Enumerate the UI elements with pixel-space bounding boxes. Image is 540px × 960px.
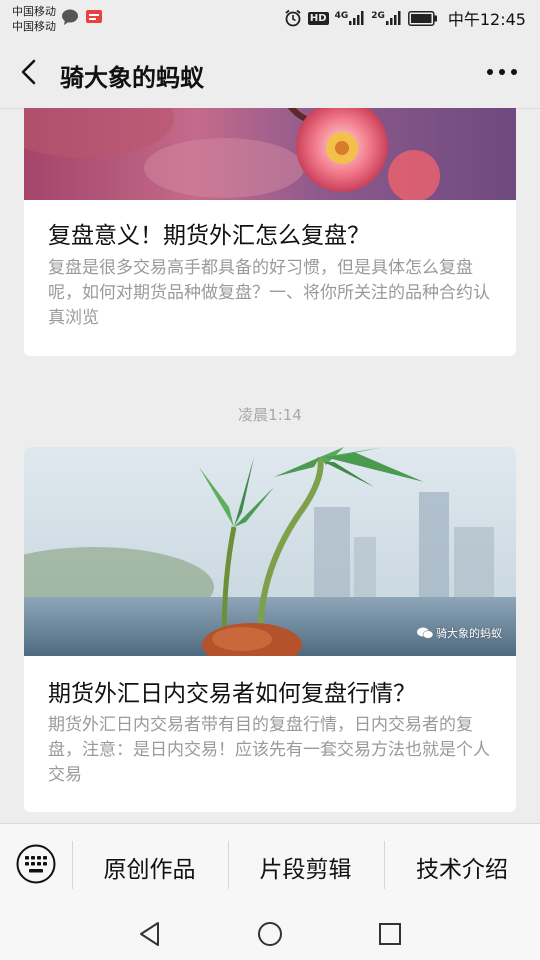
clock: 中午12:45 bbox=[447, 10, 526, 29]
screen: 中国移动 中国移动 HD 4G 2G 中午12:45 骑大象的蚂蚁 复盘意义！期… bbox=[0, 0, 540, 960]
signal-icon bbox=[349, 11, 364, 25]
article-title[interactable]: 期货外汇日内交易者如何复盘行情？ bbox=[48, 674, 416, 708]
message-feed[interactable]: 复盘意义！期货外汇怎么复盘？ 复盘是很多交易高手都具备的好习惯，但是具体怎么复盘… bbox=[0, 108, 540, 823]
hd-badge: HD bbox=[307, 11, 329, 25]
status-icons: HD 4G 2G 中午12:45 bbox=[284, 8, 526, 29]
network-type-label: 4G bbox=[334, 11, 349, 21]
notification-icons bbox=[62, 9, 102, 25]
status-bar: 中国移动 中国移动 HD 4G 2G 中午12:45 bbox=[0, 0, 540, 38]
title-bar: 骑大象的蚂蚁 bbox=[0, 38, 540, 109]
nav-home-icon[interactable] bbox=[256, 920, 284, 948]
article-summary: 复盘是很多交易高手都具备的好习惯，但是具体怎么复盘呢，如何对期货品种做复盘？一、… bbox=[48, 258, 490, 328]
article-card[interactable]: 复盘意义！期货外汇怎么复盘？ 复盘是很多交易高手都具备的好习惯，但是具体怎么复盘… bbox=[24, 108, 516, 356]
menu-item-original-works[interactable]: 原创作品 bbox=[72, 824, 227, 909]
carrier-label: 中国移动 bbox=[12, 5, 56, 18]
carrier-labels: 中国移动 中国移动 bbox=[12, 4, 56, 34]
message-timestamp: 凌晨1:14 bbox=[238, 406, 302, 424]
signal-4g: 4G bbox=[335, 11, 366, 25]
article-thumbnail bbox=[24, 108, 516, 200]
menu-item-clips[interactable]: 片段剪辑 bbox=[228, 824, 383, 909]
chat-bubble-icon bbox=[62, 9, 78, 25]
signal-2g: 2G bbox=[371, 11, 402, 25]
page-title: 骑大象的蚂蚁 bbox=[60, 64, 204, 92]
watermark: 骑大象的蚂蚁 bbox=[417, 625, 502, 641]
signal-icon bbox=[385, 11, 401, 25]
nav-back-icon[interactable] bbox=[136, 920, 164, 948]
battery-icon bbox=[407, 10, 437, 26]
keyboard-icon[interactable] bbox=[16, 844, 56, 884]
custom-menu-bar: 原创作品 片段剪辑 技术介绍 bbox=[0, 823, 540, 909]
carrier-label: 中国移动 bbox=[12, 20, 56, 33]
wechat-icon bbox=[417, 627, 433, 639]
more-icon[interactable] bbox=[484, 66, 520, 78]
nav-recents-icon[interactable] bbox=[376, 920, 404, 948]
network-type-label: 2G bbox=[371, 11, 385, 21]
app-badge-icon bbox=[86, 10, 102, 23]
article-summary: 期货外汇日内交易者带有目的复盘行情，日内交易者的复盘，注意：是日内交易！应该先有… bbox=[48, 715, 490, 785]
back-arrow-icon[interactable] bbox=[14, 56, 46, 88]
article-title[interactable]: 复盘意义！期货外汇怎么复盘？ bbox=[48, 216, 370, 250]
watermark-text: 骑大象的蚂蚁 bbox=[436, 627, 502, 640]
system-nav-bar bbox=[0, 908, 540, 960]
menu-item-tech-intro[interactable]: 技术介绍 bbox=[384, 824, 540, 909]
alarm-icon bbox=[285, 9, 301, 27]
article-card[interactable]: 骑大象的蚂蚁 期货外汇日内交易者如何复盘行情？ 期货外汇日内交易者带有目的复盘行… bbox=[24, 447, 516, 812]
